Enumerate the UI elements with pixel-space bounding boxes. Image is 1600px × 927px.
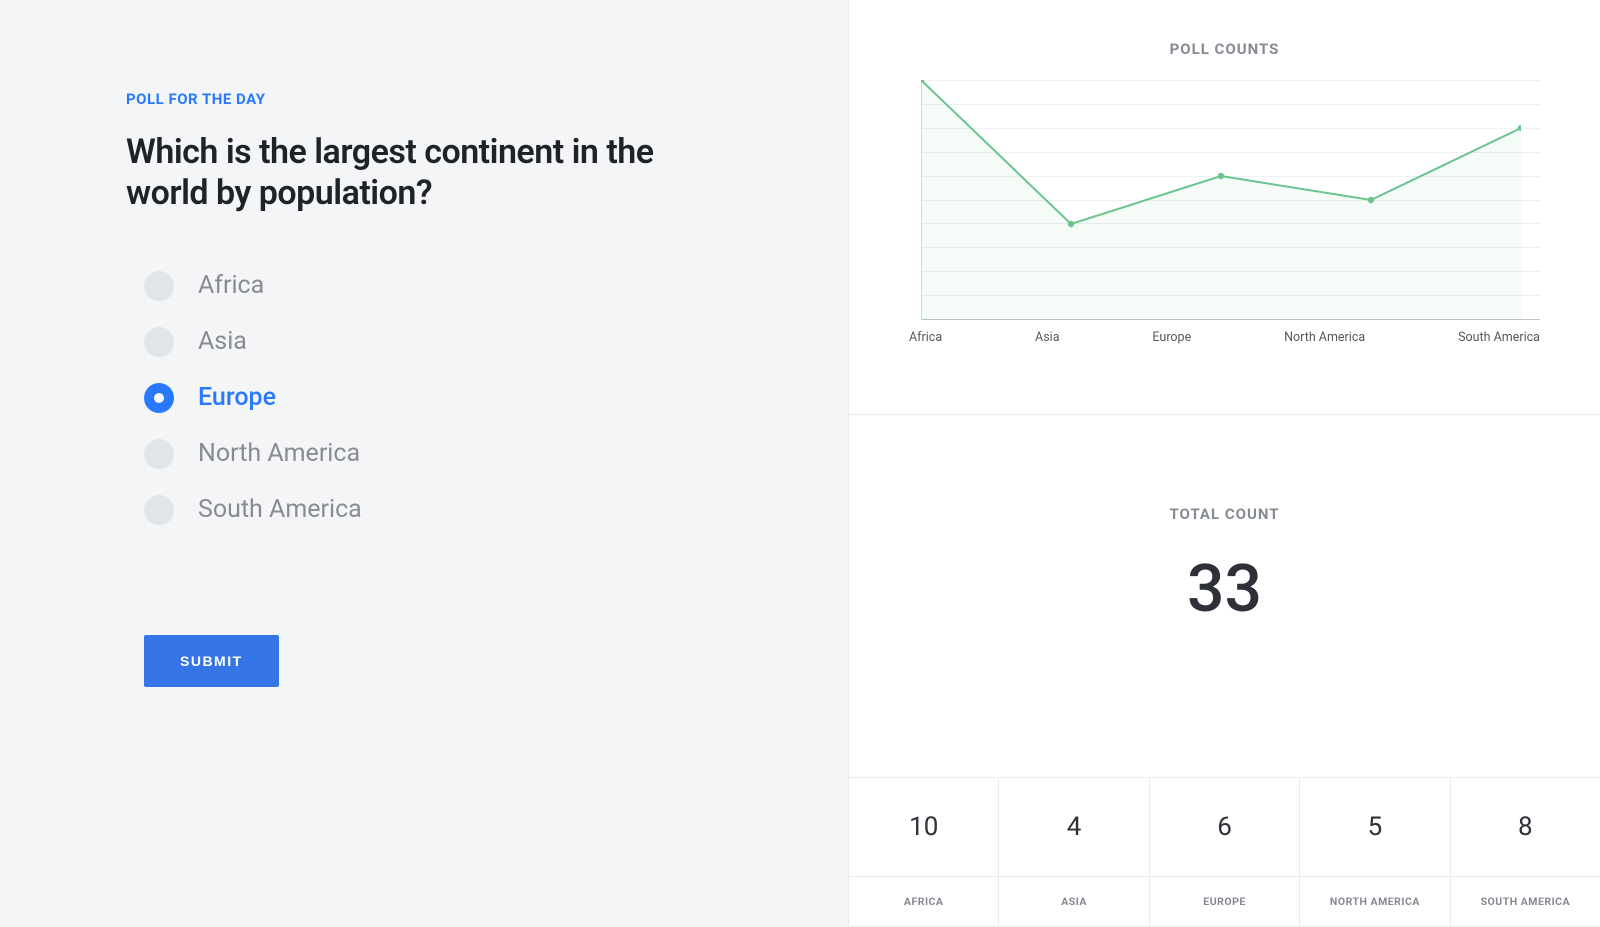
poll-option-0[interactable]: Africa <box>144 271 848 301</box>
poll-options: Africa Asia Europe North America South Ameri… <box>144 271 848 525</box>
poll-option-label: Europe <box>198 383 276 412</box>
breakdown-cell: 5NORTH AMERICA <box>1300 778 1450 926</box>
breakdown-value: 10 <box>849 778 998 877</box>
chart-x-label: South America <box>1458 330 1540 345</box>
breakdown-row: 10AFRICA4ASIA6EUROPE5NORTH AMERICA8SOUTH… <box>849 777 1600 926</box>
total-count-value: 33 <box>849 551 1600 628</box>
breakdown-label: EUROPE <box>1150 877 1299 926</box>
breakdown-cell: 4ASIA <box>999 778 1149 926</box>
breakdown-value: 8 <box>1451 778 1600 877</box>
breakdown-cell: 6EUROPE <box>1150 778 1300 926</box>
breakdown-label: AFRICA <box>849 877 998 926</box>
poll-option-4[interactable]: South America <box>144 495 848 525</box>
breakdown-value: 4 <box>999 778 1148 877</box>
poll-option-label: Asia <box>198 327 247 356</box>
radio-icon <box>144 439 174 469</box>
chart-x-label: Europe <box>1152 330 1191 345</box>
chart-x-label: North America <box>1284 330 1365 345</box>
total-count-title: TOTAL COUNT <box>849 505 1600 523</box>
poll-option-3[interactable]: North America <box>144 439 848 469</box>
poll-option-label: North America <box>198 439 360 468</box>
chart-x-label: Asia <box>1035 330 1059 345</box>
poll-option-label: South America <box>198 495 362 524</box>
poll-counts-panel: POLL COUNTS Africa Asia Europe North Americ… <box>848 0 1600 415</box>
poll-panel: POLL FOR THE DAY Which is the largest co… <box>0 0 848 927</box>
breakdown-cell: 10AFRICA <box>849 778 999 926</box>
breakdown-cell: 8SOUTH AMERICA <box>1451 778 1600 926</box>
chart-x-label: Africa <box>909 330 942 345</box>
poll-option-2[interactable]: Europe <box>144 383 848 413</box>
poll-question: Which is the largest continent in the wo… <box>126 132 686 215</box>
submit-button[interactable]: SUBMIT <box>144 635 279 687</box>
poll-counts-title: POLL COUNTS <box>909 40 1540 58</box>
breakdown-value: 5 <box>1300 778 1449 877</box>
radio-icon <box>144 327 174 357</box>
radio-icon <box>144 495 174 525</box>
poll-option-label: Africa <box>198 271 264 300</box>
total-count-panel: TOTAL COUNT 33 10AFRICA4ASIA6EUROPE5NORT… <box>848 415 1600 927</box>
poll-counts-chart: Africa Asia Europe North America South Ameri… <box>909 80 1540 414</box>
radio-icon <box>144 383 174 413</box>
poll-option-1[interactable]: Asia <box>144 327 848 357</box>
breakdown-label: SOUTH AMERICA <box>1451 877 1600 926</box>
breakdown-label: NORTH AMERICA <box>1300 877 1449 926</box>
radio-icon <box>144 271 174 301</box>
breakdown-value: 6 <box>1150 778 1299 877</box>
breakdown-label: ASIA <box>999 877 1148 926</box>
poll-eyebrow: POLL FOR THE DAY <box>126 90 848 108</box>
